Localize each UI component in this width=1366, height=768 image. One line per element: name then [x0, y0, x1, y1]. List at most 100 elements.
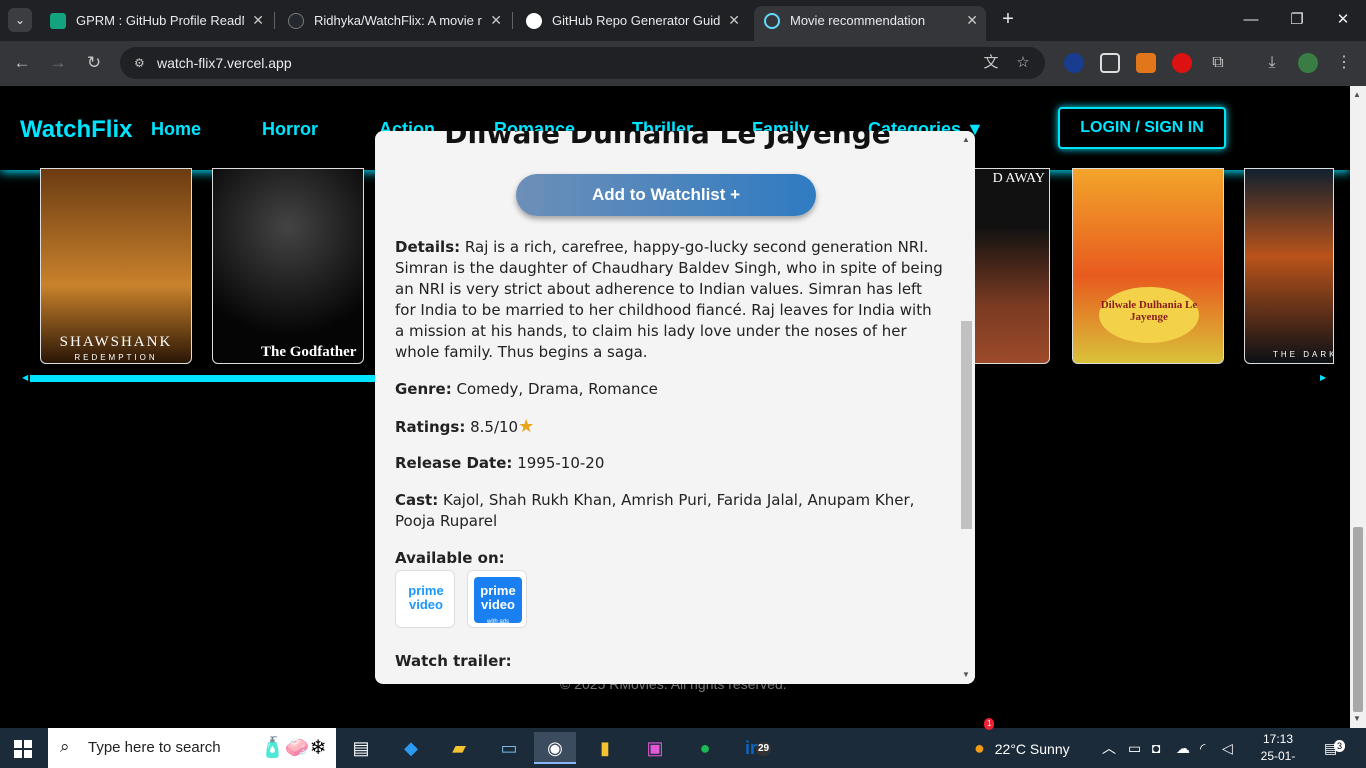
provider-prime-video[interactable]: prime video: [395, 570, 455, 628]
provider-prime-video-ads[interactable]: prime video with ads: [467, 570, 527, 628]
poster-title: D AWAY: [992, 171, 1045, 186]
battery-icon[interactable]: ▭: [1128, 728, 1141, 768]
extension-red-icon[interactable]: [1172, 53, 1192, 73]
linkedin-icon[interactable]: in 29: [732, 732, 774, 764]
poster-shawshank[interactable]: SHAWSHANK REDEMPTION: [40, 168, 192, 364]
cast-text: Kajol, Shah Rukh Khan, Amrish Puri, Fari…: [395, 491, 915, 530]
clock-date: 25-01-2025: [1260, 749, 1296, 768]
file-manager-icon[interactable]: ▮: [584, 732, 626, 764]
browser-toolbar: ← → ↻ ⚙ watch-flix7.vercel.app 文 ☆ ⧉ ⤓ ⋮: [0, 41, 1366, 86]
app-icon[interactable]: ▭: [488, 732, 530, 764]
minimize-icon[interactable]: —: [1228, 0, 1274, 40]
browser-tab-1[interactable]: GPRM : GitHub Profile ReadMe ✕: [40, 6, 272, 35]
movie-details-modal: Dilwale Dulhania Le Jayenge Add to Watch…: [375, 131, 975, 684]
task-view-icon[interactable]: ▤: [340, 732, 382, 764]
close-tab-icon[interactable]: ✕: [728, 6, 740, 35]
show-hidden-icons[interactable]: ︿: [1102, 728, 1116, 768]
browser-tab-active[interactable]: Movie recommendation ✕: [754, 6, 986, 41]
windows-start-icon[interactable]: [14, 740, 32, 758]
release-date-label: Release Date:: [395, 454, 513, 472]
provider-logo-text: prime: [408, 583, 444, 598]
nav-horror[interactable]: Horror: [262, 119, 318, 140]
tab-search-icon[interactable]: ⌄: [8, 8, 32, 32]
back-icon[interactable]: ←: [10, 51, 34, 75]
close-window-icon[interactable]: ✕: [1320, 0, 1366, 40]
site-info-icon[interactable]: ⚙: [134, 55, 150, 71]
notification-center-icon[interactable]: ▤ 3: [1324, 728, 1346, 768]
wifi-icon[interactable]: ◜: [1200, 728, 1205, 768]
close-tab-icon[interactable]: ✕: [966, 6, 978, 35]
forward-icon[interactable]: →: [46, 51, 70, 75]
details-text: Raj is a rich, carefree, happy-go-lucky …: [395, 238, 943, 361]
file-explorer-icon[interactable]: ▰: [438, 732, 480, 764]
url-text[interactable]: watch-flix7.vercel.app: [157, 47, 292, 79]
cloud-status-icon[interactable]: ☁: [1176, 728, 1190, 768]
spotify-icon[interactable]: ●: [684, 732, 726, 764]
modal-scrollbar[interactable]: ▲ ▼: [959, 131, 975, 684]
modal-scroll-up-icon[interactable]: ▲: [962, 135, 970, 144]
star-icon: ★: [518, 416, 535, 437]
github-icon: [288, 13, 304, 29]
new-tab-icon[interactable]: +: [996, 8, 1020, 32]
bookmark-star-icon[interactable]: ☆: [1013, 53, 1033, 73]
qr-code-icon[interactable]: [1100, 53, 1120, 73]
prime-video-ads-logo: prime video with ads: [474, 577, 522, 625]
page-scroll-thumb[interactable]: [1353, 527, 1363, 712]
browser-tab-2[interactable]: Ridhyka/WatchFlix: A movie rec ✕: [278, 6, 510, 35]
react-icon: [764, 13, 780, 29]
profile-avatar[interactable]: [1298, 53, 1318, 73]
weather-widget[interactable]: ● 1 22°C Sunny: [974, 718, 1070, 768]
login-signin-button[interactable]: LOGIN / SIGN IN: [1058, 107, 1226, 149]
download-icon[interactable]: ⤓: [1262, 53, 1282, 73]
cast-section: Cast: Kajol, Shah Rukh Khan, Amrish Puri…: [395, 490, 943, 532]
chrome-icon[interactable]: ◉: [534, 732, 576, 764]
provider-logo-text: prime: [480, 583, 516, 598]
address-bar[interactable]: ⚙ watch-flix7.vercel.app 文 ☆: [120, 47, 1045, 79]
game-app-icon[interactable]: ▣: [634, 732, 676, 764]
clock-time: 17:13: [1262, 732, 1294, 746]
add-to-watchlist-button[interactable]: Add to Watchlist +: [516, 174, 816, 216]
poster-ddlj[interactable]: Dilwale Dulhania Le Jayenge: [1072, 168, 1224, 364]
ratings-text: 8.5/10: [470, 418, 519, 436]
poster-title: The Godfather: [261, 344, 357, 360]
poster-title: SHAWSHANK: [59, 334, 173, 350]
browser-tab-3[interactable]: GitHub Repo Generator Guide ✕: [516, 6, 748, 35]
close-tab-icon[interactable]: ✕: [252, 6, 264, 35]
poster-dark-knight[interactable]: THE DARK: [1244, 168, 1334, 364]
tab-title: GPRM : GitHub Profile ReadMe: [76, 13, 244, 28]
reload-icon[interactable]: ↻: [82, 51, 106, 75]
carousel-scroll-left-icon[interactable]: ◀: [22, 373, 28, 382]
available-on-section: Available on:: [395, 548, 943, 569]
tab-divider: [512, 12, 513, 29]
genre-section: Genre: Comedy, Drama, Romance: [395, 379, 943, 400]
modal-scroll-down-icon[interactable]: ▼: [962, 670, 970, 679]
nav-home[interactable]: Home: [151, 119, 201, 140]
available-on-label: Available on:: [395, 549, 505, 567]
metamask-icon[interactable]: [1136, 53, 1156, 73]
tab-title: Movie recommendation: [790, 13, 926, 28]
cast-label: Cast:: [395, 491, 439, 509]
extensions-puzzle-icon[interactable]: ⧉: [1208, 53, 1228, 73]
carousel-scroll-right-icon[interactable]: ▶: [1320, 373, 1326, 382]
sun-icon: ●: [974, 738, 985, 758]
carousel-scroll-thumb[interactable]: [30, 375, 375, 382]
vscode-icon[interactable]: ◆: [390, 732, 432, 764]
scroll-down-icon[interactable]: ▼: [1353, 714, 1361, 723]
translate-icon[interactable]: 文: [981, 53, 1001, 73]
poster-godfather[interactable]: The Godfather: [212, 168, 364, 364]
scroll-up-icon[interactable]: ▲: [1353, 90, 1361, 99]
search-highlight-icon: 🧴🧼❄: [260, 737, 327, 759]
menu-kebab-icon[interactable]: ⋮: [1334, 53, 1354, 73]
ratings-section: Ratings: 8.5/10★: [395, 416, 943, 438]
taskbar-search-box[interactable]: ⌕ Type here to search 🧴🧼❄: [48, 728, 336, 768]
meet-now-icon[interactable]: ◘: [1152, 728, 1160, 768]
site-logo[interactable]: WatchFlix: [20, 116, 132, 144]
close-tab-icon[interactable]: ✕: [490, 6, 502, 35]
modal-scroll-thumb[interactable]: [961, 321, 972, 529]
page-scrollbar[interactable]: ▲ ▼: [1350, 86, 1366, 728]
extension-globe-icon[interactable]: [1064, 53, 1084, 73]
system-clock[interactable]: 17:13 25-01-2025: [1250, 731, 1306, 768]
weather-text: 22°C Sunny: [994, 741, 1070, 757]
volume-icon[interactable]: ◁: [1222, 728, 1233, 768]
restore-icon[interactable]: ❐: [1274, 0, 1320, 40]
